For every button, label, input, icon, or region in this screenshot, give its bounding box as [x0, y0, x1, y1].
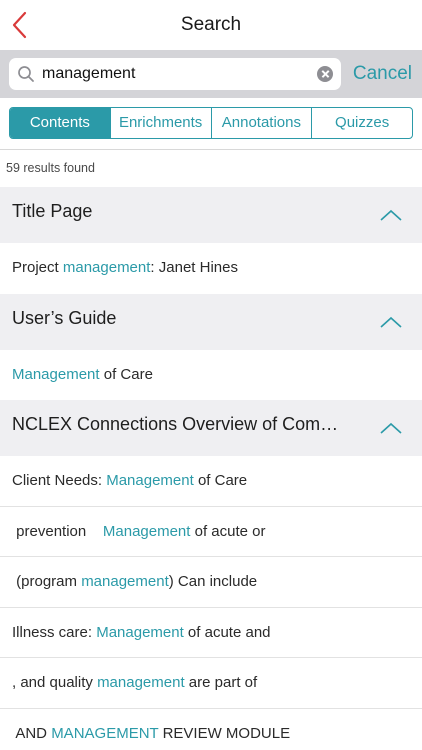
- result-row[interactable]: Illness care: Management of acute and: [0, 607, 422, 658]
- result-row[interactable]: Client Needs: Management of Care: [0, 456, 422, 507]
- divider: [0, 149, 422, 150]
- chevron-up-icon: [380, 316, 402, 328]
- section-title: NCLEX Connections Overview of Com…: [12, 414, 339, 434]
- result-snippet: , and quality management are part of: [12, 674, 258, 691]
- section-header[interactable]: User’s Guide: [0, 293, 422, 350]
- match-highlight: Management: [106, 472, 194, 489]
- match-highlight: management: [62, 259, 151, 276]
- search-bar: management Cancel: [0, 50, 422, 98]
- section-header[interactable]: NCLEX Connections Overview of Com…: [0, 400, 422, 456]
- nav-bar: Search: [0, 0, 422, 50]
- search-input[interactable]: management: [42, 65, 135, 83]
- match-highlight: MANAGEMENT: [51, 724, 159, 742]
- match-highlight: management: [97, 674, 185, 691]
- section-title: User’s Guide: [12, 307, 117, 328]
- result-row[interactable]: AND MANAGEMENT REVIEW MODULE: [0, 708, 422, 750]
- tab-enrichments[interactable]: Enrichments: [109, 108, 211, 138]
- tab-annotations[interactable]: Annotations: [210, 108, 312, 138]
- result-snippet: AND MANAGEMENT REVIEW MODULE: [12, 724, 291, 742]
- clear-icon[interactable]: [317, 66, 333, 82]
- result-snippet: Client Needs: Management of Care: [12, 472, 248, 489]
- page-title: Search: [180, 14, 242, 35]
- result-row[interactable]: , and quality management are part of: [0, 658, 422, 709]
- result-row[interactable]: prevention Management of acute or: [0, 506, 422, 557]
- section-title: Title Page: [12, 201, 93, 221]
- result-row[interactable]: (program management) Can include: [0, 557, 422, 608]
- results-count: 59 results found: [6, 161, 95, 175]
- search-icon: [18, 66, 34, 82]
- scope-tabs: Contents Enrichments Annotations Quizzes: [9, 107, 413, 139]
- result-row[interactable]: Management of Care: [0, 349, 422, 400]
- result-snippet: Illness care: Management of acute and: [12, 623, 271, 641]
- result-row[interactable]: Project management: Janet Hines: [0, 243, 422, 294]
- result-snippet: (program management) Can include: [12, 573, 258, 590]
- cancel-button[interactable]: Cancel: [353, 63, 412, 85]
- match-highlight: management: [81, 573, 169, 590]
- tab-quizzes[interactable]: Quizzes: [311, 108, 412, 138]
- result-snippet: Project management: Janet Hines: [12, 259, 238, 276]
- result-snippet: Management of Care: [12, 365, 153, 383]
- match-highlight: Management: [96, 623, 184, 641]
- results-list: Title Page Project management: Janet Hin…: [0, 187, 422, 750]
- chevron-up-icon: [380, 209, 402, 221]
- result-snippet: prevention Management of acute or: [12, 522, 266, 540]
- search-field[interactable]: management: [9, 58, 341, 90]
- match-highlight: Management: [102, 522, 191, 540]
- match-highlight: Management: [12, 365, 100, 383]
- tab-contents[interactable]: Contents: [10, 108, 110, 138]
- chevron-up-icon: [380, 422, 402, 434]
- section-header[interactable]: Title Page: [0, 187, 422, 243]
